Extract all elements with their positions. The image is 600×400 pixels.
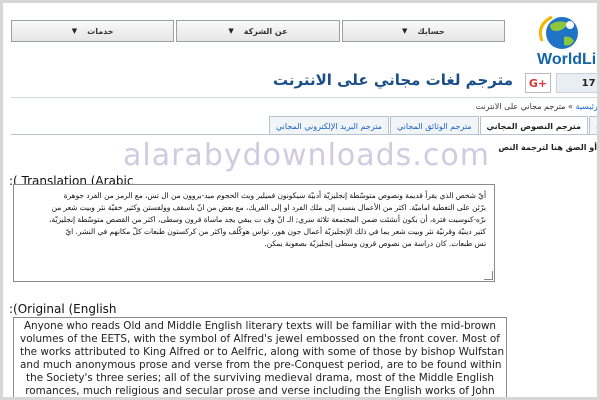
tab-document-translator[interactable]: مترجم الوثائق المجاني bbox=[389, 116, 479, 135]
nav-account-label: حسابك bbox=[417, 26, 445, 36]
original-line: romances, much religious and secular pro… bbox=[25, 385, 495, 397]
original-line: volumes of the EETS, with the symbol of … bbox=[20, 333, 500, 345]
dropdown-arrow-icon: ▼ bbox=[71, 27, 78, 35]
divider bbox=[11, 97, 597, 98]
translation-line: برّئن على التغطية اماميّة. اكثر من الأعم… bbox=[51, 203, 486, 212]
breadcrumb-current: مترجم مجاني على الانترنت bbox=[475, 102, 566, 111]
translation-line: برّه-كنوسيت فترة، أن يكون أنشئت ضمن المج… bbox=[49, 215, 486, 224]
tab-bar: الرئيسية مترجم النصوص المجاني مترجم الوث… bbox=[268, 116, 597, 135]
original-line: the works attributed to King Alfred or t… bbox=[20, 346, 505, 358]
original-text: Anyone who reads Old and Middle English … bbox=[14, 318, 506, 397]
original-label: :(Original (English bbox=[9, 302, 117, 316]
resize-grip-icon[interactable] bbox=[484, 271, 493, 280]
original-text-box[interactable]: Anyone who reads Old and Middle English … bbox=[13, 317, 507, 397]
nav-about-button[interactable]: عن الشركة ▼ bbox=[176, 20, 340, 42]
translation-text: أيّ شخص الذي يقرأ قديمة ونصوص متوسّطة إن… bbox=[24, 190, 486, 250]
google-plus-button[interactable]: G+ bbox=[525, 73, 551, 93]
share-count-badge: بني 17 bbox=[556, 73, 597, 93]
dropdown-arrow-icon: ▼ bbox=[401, 27, 408, 35]
nav-about-label: عن الشركة bbox=[243, 26, 288, 36]
paste-instruction: أو الصق هنا لترجمة النص bbox=[498, 143, 597, 152]
breadcrumb-home-link[interactable]: الرئيسية bbox=[575, 102, 597, 111]
translation-line: تس طبعات. كان دراسة من نصوص قرون وسطى إن… bbox=[264, 239, 486, 248]
nav-account-button[interactable]: حسابك ▼ bbox=[341, 20, 505, 42]
original-line: Anyone who reads Old and Middle English … bbox=[23, 320, 497, 332]
watermark: alarabydownloads.com bbox=[123, 138, 490, 173]
translation-output-box[interactable]: أيّ شخص الذي يقرأ قديمة ونصوص متوسّطة إن… bbox=[13, 184, 495, 282]
translation-line: كثير دينيّة وقرنيّة نثر وبيت شعر يما في … bbox=[65, 227, 486, 236]
browser-frame: خدمات ▼ عن الشركة ▼ حسابك ▼ WorldLin G+ … bbox=[0, 0, 600, 400]
breadcrumb-separator: » bbox=[567, 102, 573, 111]
nav-services-button[interactable]: خدمات ▼ bbox=[11, 20, 175, 42]
tab-text-translator[interactable]: مترجم النصوص المجاني bbox=[479, 116, 588, 135]
brand-logo-text[interactable]: WorldLin bbox=[537, 51, 597, 69]
nav-services-label: خدمات bbox=[87, 26, 114, 36]
translation-line: أيّ شخص الذي يقرأ قديمة ونصوص متوسّطة إن… bbox=[63, 191, 486, 200]
tab-home[interactable]: الرئيسية bbox=[589, 116, 597, 135]
original-line: the Society's three series; all of the s… bbox=[26, 372, 494, 384]
tab-email-translator[interactable]: مترجم البريد الإلكتروني المجاني bbox=[269, 116, 389, 135]
dropdown-arrow-icon: ▼ bbox=[228, 27, 234, 35]
tab-underline bbox=[11, 134, 597, 135]
breadcrumb: الرئيسية » مترجم مجاني على الانترنت bbox=[475, 102, 597, 111]
original-line: and much anonymous prose and verse from … bbox=[20, 359, 502, 371]
top-navigation: خدمات ▼ عن الشركة ▼ حسابك ▼ bbox=[11, 20, 505, 42]
page-title: مترجم لغات مجاني على الانترنت bbox=[273, 71, 513, 89]
